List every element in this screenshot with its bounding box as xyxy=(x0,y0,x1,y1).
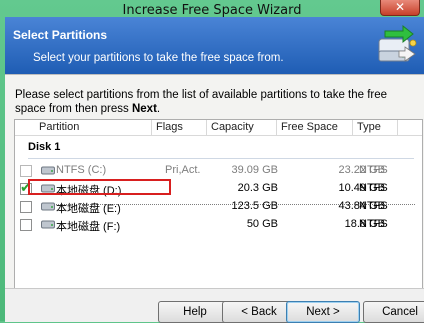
title-bar[interactable]: Increase Free Space Wizard ✕ xyxy=(0,0,424,18)
cancel-button[interactable]: Cancel xyxy=(363,301,424,323)
drive-icon xyxy=(41,202,55,211)
column-header: Partition Flags Capacity Free Space Type xyxy=(15,120,422,136)
help-button[interactable]: Help xyxy=(158,301,232,323)
partition-row-c[interactable]: NTFS (C:) Pri,Act. 39.09 GB 23.22 GB NTF… xyxy=(15,162,422,180)
close-button[interactable]: ✕ xyxy=(380,0,420,16)
wizard-header: Select Partitions Select your partitions… xyxy=(5,17,424,74)
next-button[interactable]: Next > xyxy=(286,301,360,323)
partition-list[interactable]: Partition Flags Capacity Free Space Type… xyxy=(14,119,423,289)
partition-checkbox-c[interactable] xyxy=(20,165,32,177)
drive-icon xyxy=(41,220,55,229)
column-partition[interactable]: Partition xyxy=(35,120,152,135)
column-type[interactable]: Type xyxy=(353,120,398,135)
partition-capacity: 39.09 GB xyxy=(231,164,278,176)
partition-checkbox-f[interactable] xyxy=(20,219,32,231)
partition-type: NTFS xyxy=(359,182,388,194)
partition-capacity: 123.5 GB xyxy=(231,200,278,212)
partition-name: 本地磁盘 (F:) xyxy=(56,221,121,233)
close-icon: ✕ xyxy=(394,0,406,14)
wizard-footer: Help < Back Next > Cancel xyxy=(5,288,424,323)
partition-row-e[interactable]: 本地磁盘 (E:) 123.5 GB 43.84 GB NTFS xyxy=(15,198,422,216)
disk-arrow-icon xyxy=(378,24,417,62)
partition-name: NTFS (C:) xyxy=(56,164,107,176)
instructions-emphasis: Next xyxy=(131,103,157,115)
header-title: Select Partitions xyxy=(13,28,108,42)
partition-capacity: 50 GB xyxy=(246,218,278,230)
wizard-content: Please select partitions from the list o… xyxy=(5,74,424,289)
column-flags[interactable]: Flags xyxy=(152,120,207,135)
header-subtitle: Select your partitions to take the free … xyxy=(33,52,284,64)
column-capacity[interactable]: Capacity xyxy=(207,120,277,135)
back-button[interactable]: < Back xyxy=(222,301,296,323)
partition-flags: Pri,Act. xyxy=(165,164,201,176)
column-free-space[interactable]: Free Space xyxy=(277,120,353,135)
partition-type: NTFS xyxy=(359,218,388,230)
drive-icon xyxy=(41,166,55,175)
partition-type: NTFS xyxy=(359,164,388,176)
selection-highlight xyxy=(28,179,171,195)
partition-row-f[interactable]: 本地磁盘 (F:) 50 GB 18.8 GB NTFS xyxy=(15,216,422,234)
window-title: Increase Free Space Wizard xyxy=(122,3,302,18)
group-divider xyxy=(28,158,414,159)
partition-checkbox-e[interactable] xyxy=(20,201,32,213)
partition-name: 本地磁盘 (E:) xyxy=(56,203,121,215)
partition-type: NTFS xyxy=(359,200,388,212)
wizard-window: Increase Free Space Wizard ✕ Select Part… xyxy=(0,0,424,323)
instructions-text: Please select partitions from the list o… xyxy=(15,89,388,115)
group-disk-1: Disk 1 xyxy=(28,141,61,153)
partition-capacity: 20.3 GB xyxy=(237,182,278,194)
